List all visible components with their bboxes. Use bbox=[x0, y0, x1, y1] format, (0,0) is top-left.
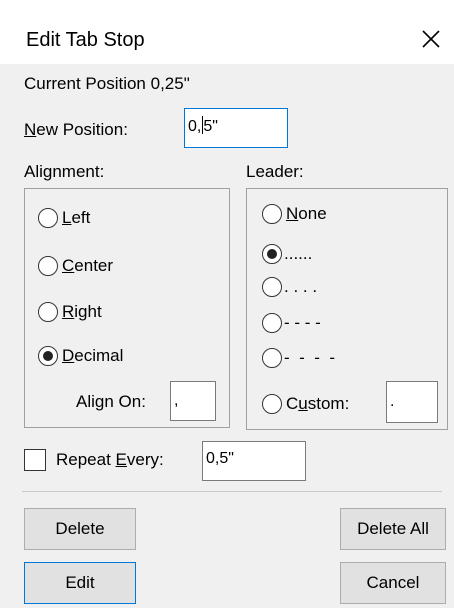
align-on-label: Align On: bbox=[76, 392, 146, 411]
radio-button-icon bbox=[262, 313, 282, 333]
new-position-label-rest: ew Position: bbox=[36, 120, 128, 139]
new-position-value-end: 5" bbox=[203, 118, 218, 135]
leader-spaced-dashes-radio[interactable]: - - - - bbox=[262, 346, 335, 370]
dialog-title: Edit Tab Stop bbox=[26, 29, 145, 51]
leader-none-radio[interactable]: None bbox=[262, 202, 327, 226]
radio-button-icon bbox=[38, 302, 58, 322]
leader-dashes-label: - - - - bbox=[284, 313, 321, 332]
radio-button-icon bbox=[38, 256, 58, 276]
leader-heading: Leader: bbox=[246, 162, 304, 181]
custom-leader-input[interactable]: . bbox=[386, 381, 438, 423]
current-position-label: Current Position bbox=[24, 74, 146, 93]
delete-button[interactable]: Delete bbox=[24, 508, 136, 550]
radio-button-selected-icon bbox=[38, 346, 58, 366]
new-position-input[interactable]: 0, 5" bbox=[184, 108, 288, 148]
leader-custom-label: Custom: bbox=[286, 394, 350, 413]
radio-button-icon bbox=[262, 348, 282, 368]
alignment-left-label: Left bbox=[62, 208, 91, 227]
radio-button-icon bbox=[38, 208, 58, 228]
alignment-decimal-radio[interactable]: Decimal bbox=[38, 344, 123, 368]
alignment-decimal-label: Decimal bbox=[62, 346, 124, 365]
new-position-mnemonic: N bbox=[24, 120, 37, 139]
current-position-row: Current Position 0,25" bbox=[24, 74, 190, 94]
alignment-right-radio[interactable]: Right bbox=[38, 300, 102, 324]
leader-spaced-dashes-label: - - - - bbox=[284, 348, 335, 367]
new-position-label: New Position: bbox=[24, 120, 128, 140]
repeat-every-checkbox[interactable] bbox=[24, 449, 46, 471]
radio-button-icon bbox=[262, 204, 282, 224]
leader-none-label: None bbox=[286, 204, 327, 223]
top-strip bbox=[0, 0, 454, 16]
align-on-input[interactable]: , bbox=[170, 381, 216, 421]
delete-all-button[interactable]: Delete All bbox=[340, 508, 446, 550]
close-icon bbox=[422, 30, 440, 48]
repeat-every-label: Repeat Every: bbox=[56, 450, 164, 469]
leader-custom-radio[interactable]: Custom: bbox=[262, 392, 349, 416]
leader-spaced-dots-label: . . . . bbox=[284, 277, 318, 296]
repeat-every-input[interactable]: 0,5" bbox=[202, 441, 306, 481]
leader-dashes-radio[interactable]: - - - - bbox=[262, 311, 321, 335]
close-button[interactable] bbox=[412, 20, 450, 58]
leader-spaced-dots-radio[interactable]: . . . . bbox=[262, 275, 317, 299]
alignment-left-radio[interactable]: Left bbox=[38, 206, 90, 230]
current-position-value: 0,25" bbox=[150, 74, 190, 93]
new-position-value-start: 0, bbox=[188, 118, 202, 135]
alignment-center-label: Center bbox=[62, 256, 114, 275]
leader-dots-label: ...... bbox=[284, 244, 313, 263]
radio-button-icon bbox=[262, 277, 282, 297]
radio-button-icon bbox=[262, 394, 282, 414]
leader-dots-radio[interactable]: ...... bbox=[262, 242, 312, 266]
alignment-center-radio[interactable]: Center bbox=[38, 254, 113, 278]
alignment-heading: Alignment: bbox=[24, 162, 105, 181]
radio-button-selected-icon bbox=[262, 244, 282, 264]
cancel-button[interactable]: Cancel bbox=[340, 562, 446, 604]
edit-button[interactable]: Edit bbox=[24, 562, 136, 604]
divider bbox=[22, 491, 442, 492]
alignment-right-label: Right bbox=[62, 302, 102, 321]
